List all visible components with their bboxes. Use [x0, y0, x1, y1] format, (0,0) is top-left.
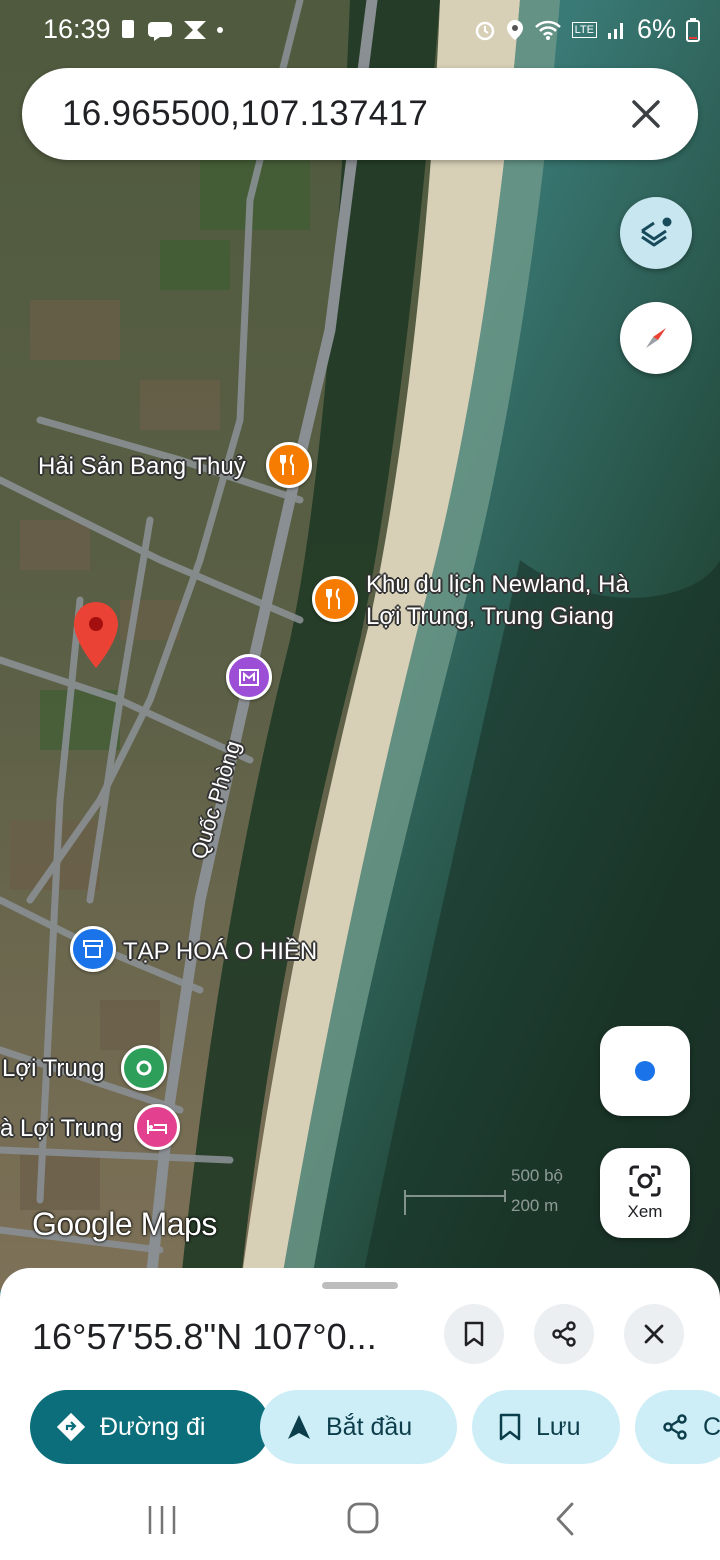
view-label: Xem	[627, 1202, 663, 1221]
compass-button[interactable]	[620, 302, 692, 374]
place-title-coordinates: 16°57'55.8"N 107°0...	[32, 1316, 377, 1357]
navigation-arrow-icon	[288, 1415, 310, 1439]
place-label-shop[interactable]: TẠP HOÁ O HIỀN	[123, 937, 317, 967]
battery-icon	[686, 17, 700, 42]
share-icon	[663, 1414, 687, 1440]
alarm-icon	[475, 21, 494, 40]
close-icon	[644, 1324, 664, 1344]
close-sheet-button[interactable]	[624, 1304, 684, 1364]
share-icon-button[interactable]	[534, 1304, 594, 1364]
resort-pin-icon[interactable]	[312, 576, 358, 622]
place-label-village[interactable]: Lợi Trung	[2, 1054, 104, 1084]
place-label-resort-line2[interactable]: Lợi Trung, Trung Giang	[366, 602, 614, 632]
recent-apps-icon[interactable]	[146, 1503, 178, 1537]
google-maps-watermark: Google Maps	[32, 1206, 217, 1242]
location-icon	[506, 19, 523, 40]
home-icon[interactable]	[346, 1501, 380, 1535]
share-icon	[552, 1321, 576, 1347]
start-label: Bắt đầu	[326, 1412, 413, 1441]
save-icon-button[interactable]	[444, 1304, 504, 1364]
layers-button[interactable]	[620, 197, 692, 269]
bookmark-icon	[464, 1321, 484, 1347]
share-button[interactable]: C	[635, 1390, 720, 1464]
directions-label: Đường đi	[100, 1412, 206, 1441]
place-pin-icon[interactable]	[121, 1045, 167, 1091]
network-type: LTE	[571, 21, 597, 38]
dropped-pin-icon[interactable]	[70, 600, 122, 672]
view-button[interactable]: Xem	[600, 1148, 690, 1238]
bottom-sheet[interactable]: 16°57'55.8"N 107°0... Đường đi Bắt đầu L…	[0, 1268, 720, 1560]
museum-pin-icon[interactable]	[226, 654, 272, 700]
status-bar: 16:39 LTE 6%	[0, 0, 720, 60]
signal-icon	[607, 22, 623, 39]
share-label: C	[703, 1412, 720, 1441]
compass-icon	[646, 328, 666, 348]
hotel-pin-icon[interactable]	[134, 1104, 180, 1150]
clear-search-icon[interactable]	[622, 90, 670, 138]
bookmark-icon	[499, 1413, 521, 1441]
directions-button[interactable]: Đường đi	[30, 1390, 270, 1464]
directions-icon	[56, 1412, 86, 1442]
place-label-restaurant[interactable]: Hải Sản Bang Thuỷ	[38, 452, 246, 482]
back-icon[interactable]	[552, 1501, 578, 1537]
battery-percent: 6%	[636, 14, 676, 44]
system-icons: LTE 6%	[474, 14, 700, 45]
search-bar[interactable]: 16.965500,107.137417	[22, 68, 698, 160]
system-navigation-bar	[0, 1483, 720, 1560]
save-label: Lưu	[536, 1412, 581, 1441]
save-button[interactable]: Lưu	[472, 1390, 620, 1464]
scale-meters: 200 m	[511, 1196, 559, 1215]
my-location-button[interactable]	[600, 1026, 690, 1116]
location-dot-icon	[635, 1061, 655, 1081]
search-query[interactable]: 16.965500,107.137417	[62, 94, 428, 134]
notification-icons	[120, 18, 230, 49]
map-scale: 500 bộ 200 m	[405, 1166, 563, 1216]
scale-feet: 500 bộ	[511, 1166, 563, 1185]
place-label-resort-line1[interactable]: Khu du lịch Newland, Hà	[366, 570, 629, 600]
place-label-hotel[interactable]: à Lợi Trung	[0, 1114, 122, 1144]
shop-pin-icon[interactable]	[70, 926, 116, 972]
layers-icon	[641, 217, 672, 247]
start-button[interactable]: Bắt đầu	[260, 1390, 457, 1464]
camera-scan-icon	[629, 1165, 661, 1197]
status-time: 16:39	[43, 14, 111, 44]
restaurant-pin-icon[interactable]	[266, 442, 312, 488]
wifi-icon	[534, 20, 561, 40]
sheet-drag-handle[interactable]	[322, 1282, 398, 1289]
